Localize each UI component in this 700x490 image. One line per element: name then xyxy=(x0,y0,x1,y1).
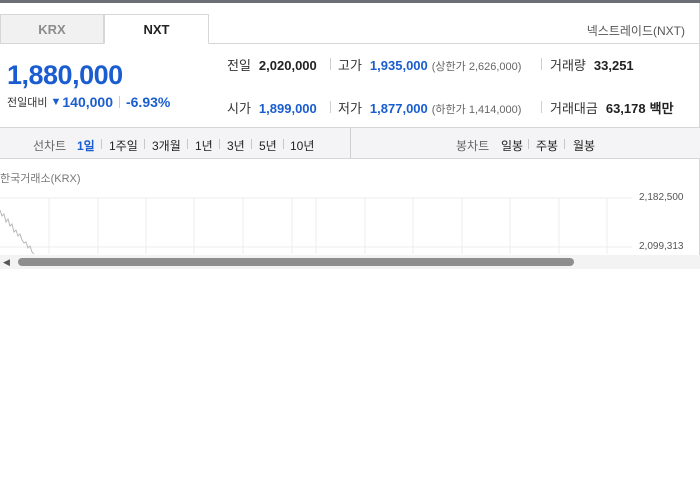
stat-value: 1,877,000 xyxy=(369,101,428,116)
chart-toolbar: 선차트 1일 1주일 3개월 1년 3년 5년 10년 봉차트 일봉 주봉 월봉 xyxy=(0,127,700,159)
candle-weekly[interactable]: 주봉 xyxy=(536,137,558,154)
stat-value: 1,899,000 xyxy=(258,101,317,116)
stat-label: 전일 xyxy=(227,58,251,73)
stat-value: 63,178 xyxy=(605,101,646,116)
price-change: 전일대비 ▼ 140,000 -6.93% xyxy=(7,94,170,110)
change-value: 140,000 xyxy=(62,94,113,110)
exchange-link[interactable]: 넥스트레이드(NXT) xyxy=(587,22,685,39)
stat-low: 저가 1,877,000 (하한가 1,414,000) xyxy=(338,98,521,117)
stat-volume: 거래량 33,251 xyxy=(550,55,634,74)
stat-prev-close: 전일 2,020,000 xyxy=(227,55,317,74)
divider xyxy=(101,139,102,149)
divider xyxy=(541,101,542,113)
period-1w[interactable]: 1주일 xyxy=(109,137,138,154)
price-chart xyxy=(0,197,632,254)
stock-quote-panel: KRX NXT 넥스트레이드(NXT) 1,880,000 전일대비 ▼ 140… xyxy=(0,3,700,269)
y-tick-label: 2,099,313 xyxy=(639,241,684,252)
line-chart-label: 선차트 xyxy=(33,139,67,153)
divider xyxy=(118,96,120,108)
divider xyxy=(330,58,331,70)
period-1y[interactable]: 1년 xyxy=(195,137,213,154)
divider xyxy=(219,139,220,149)
divider xyxy=(144,139,145,149)
period-5y[interactable]: 5년 xyxy=(259,137,277,154)
down-triangle-icon: ▼ xyxy=(50,96,62,108)
change-label: 전일대비 xyxy=(7,97,48,109)
candle-chart-label: 봉차트 xyxy=(456,139,490,153)
period-3m[interactable]: 3개월 xyxy=(152,137,181,154)
stat-unit: 백만 xyxy=(649,101,674,116)
toolbar-divider xyxy=(350,128,351,158)
stat-label: 거래대금 xyxy=(550,101,598,116)
period-10y[interactable]: 10년 xyxy=(290,137,314,154)
stat-label: 시가 xyxy=(227,101,251,116)
stat-value: 1,935,000 xyxy=(369,58,428,73)
chart-grid xyxy=(0,197,632,254)
divider xyxy=(528,139,529,149)
divider xyxy=(541,58,542,70)
stat-label: 거래량 xyxy=(550,58,586,73)
divider xyxy=(251,139,252,149)
lower-limit: (하한가 1,414,000) xyxy=(431,104,522,116)
divider xyxy=(330,101,331,113)
period-3y[interactable]: 3년 xyxy=(227,137,245,154)
candle-daily[interactable]: 일봉 xyxy=(501,137,523,154)
y-tick-label: 2,182,500 xyxy=(639,192,684,203)
scroll-left-icon[interactable]: ◀ xyxy=(3,257,10,268)
scrollbar-thumb[interactable] xyxy=(18,258,574,266)
horizontal-scrollbar[interactable]: ◀ xyxy=(0,255,700,269)
change-percent: -6.93% xyxy=(125,94,171,110)
divider xyxy=(187,139,188,149)
stat-amount: 거래대금 63,178 백만 xyxy=(550,98,682,117)
period-1d[interactable]: 1일 xyxy=(77,137,95,154)
chart-title: 한국거래소(KRX) xyxy=(0,173,81,185)
tab-nxt[interactable]: NXT xyxy=(104,14,209,44)
current-price: 1,880,000 xyxy=(7,60,123,90)
tab-krx[interactable]: KRX xyxy=(0,14,104,44)
stat-high: 고가 1,935,000 (상한가 2,626,000) xyxy=(338,55,521,74)
divider xyxy=(564,139,565,149)
tab-divider xyxy=(209,43,700,44)
candle-monthly[interactable]: 월봉 xyxy=(573,137,595,154)
upper-limit: (상한가 2,626,000) xyxy=(431,61,522,73)
stat-open: 시가 1,899,000 xyxy=(227,98,317,117)
stat-value: 33,251 xyxy=(593,58,634,73)
divider xyxy=(283,139,284,149)
stat-value: 2,020,000 xyxy=(258,58,317,73)
stat-label: 고가 xyxy=(338,58,362,73)
stat-label: 저가 xyxy=(338,101,362,116)
